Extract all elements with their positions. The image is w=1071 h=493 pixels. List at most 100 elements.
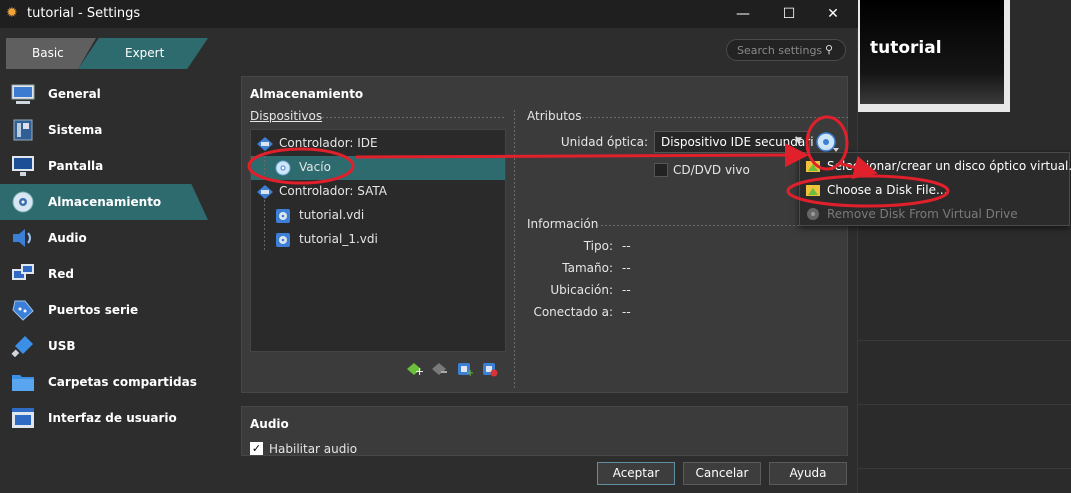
vm-preview-title: tutorial — [870, 38, 942, 58]
chevron-down-icon: ▼ — [795, 136, 802, 146]
title-bar: ✹ tutorial - Settings — ☐ ✕ — [0, 0, 858, 28]
optical-drive-label: Unidad óptica: — [560, 135, 648, 149]
svg-text:+: + — [466, 368, 473, 377]
remove-controller-icon[interactable] — [432, 361, 448, 377]
search-input[interactable] — [737, 43, 823, 57]
remove-disk-icon — [807, 208, 819, 220]
add-attachment-icon[interactable]: + — [457, 361, 473, 377]
optical-disk-select-icon — [806, 161, 820, 172]
virtualbox-gear-icon: ✹ — [6, 5, 18, 21]
tree-item-disk[interactable]: tutorial.vdi — [251, 204, 505, 228]
sidebar-item-usb[interactable]: USB — [0, 328, 208, 364]
sidebar-item-serial-ports[interactable]: Puertos serie — [0, 292, 208, 328]
enable-audio-label: Habilitar audio — [269, 442, 358, 456]
sidebar-item-label: Puertos serie — [48, 303, 139, 317]
info-location-key: Ubicación: — [550, 283, 613, 297]
close-button[interactable]: ✕ — [810, 2, 856, 26]
audio-icon — [13, 229, 31, 247]
sidebar-item-label: Almacenamiento — [48, 195, 162, 209]
divider — [858, 404, 1071, 405]
system-icon — [13, 119, 33, 141]
divider — [582, 117, 848, 118]
menu-item-select-create-optical-disk[interactable]: Seleccionar/crear un disco óptico virtua… — [800, 155, 1071, 177]
divider — [858, 468, 1071, 469]
live-cd-label: CD/DVD vivo — [673, 163, 750, 177]
remove-attachment-icon[interactable] — [482, 361, 498, 377]
tree-item-empty-optical[interactable]: Vacío — [251, 156, 505, 180]
sidebar-item-network[interactable]: Red — [0, 256, 208, 292]
menu-item-label: Choose a Disk File... — [827, 183, 948, 197]
tree-item-sata-controller[interactable]: Controlador: SATA — [251, 180, 505, 204]
tree-connector — [264, 152, 265, 178]
devices-label: Dispositivos — [250, 109, 323, 123]
sidebar-item-storage[interactable]: Almacenamiento — [0, 184, 208, 220]
sidebar-item-shared-folders[interactable]: Carpetas compartidas — [0, 364, 208, 400]
sidebar-item-audio[interactable]: Audio — [0, 220, 208, 256]
sidebar-item-label: Pantalla — [48, 159, 104, 173]
attributes-label: Atributos — [527, 109, 582, 123]
sidebar-item-label: Sistema — [48, 123, 103, 137]
svg-text:+: + — [415, 365, 423, 377]
mode-expert-tab[interactable]: Expert — [78, 38, 208, 69]
tree-item-label: tutorial_1.vdi — [299, 232, 378, 246]
serial-ports-icon — [12, 300, 34, 321]
optical-drive-value: Dispositivo IDE secundari — [661, 135, 814, 149]
enable-audio-checkbox[interactable]: ✓ — [250, 442, 263, 455]
optical-drive-select[interactable]: Dispositivo IDE secundari ▼ — [654, 131, 814, 153]
hard-disk-icon — [276, 209, 290, 223]
network-icon — [12, 264, 34, 280]
divider — [514, 110, 515, 390]
window-title: tutorial - Settings — [27, 6, 141, 21]
shared-folders-icon — [12, 375, 34, 391]
sidebar-item-label: Audio — [48, 231, 87, 245]
add-controller-icon[interactable]: + — [407, 361, 423, 377]
information-label: Información — [527, 217, 599, 231]
info-location-value: -- — [622, 283, 631, 297]
info-type-key: Tipo: — [583, 239, 613, 253]
audio-panel-title: Audio — [250, 417, 289, 431]
sidebar-item-system[interactable]: Sistema — [0, 112, 208, 148]
tree-item-label: tutorial.vdi — [299, 208, 365, 222]
info-type-value: -- — [622, 239, 631, 253]
storage-icon — [12, 191, 34, 213]
optical-disc-icon — [275, 160, 291, 176]
tree-connector — [264, 200, 265, 250]
tree-item-label: Vacío — [299, 160, 331, 174]
sidebar-item-label: Carpetas compartidas — [48, 375, 197, 389]
divider — [318, 117, 506, 118]
info-attached-key: Conectado a: — [533, 305, 613, 319]
display-icon — [12, 156, 34, 176]
sidebar-item-user-interface[interactable]: Interfaz de usuario — [0, 400, 208, 436]
sidebar-item-label: USB — [48, 339, 76, 353]
live-cd-checkbox[interactable] — [654, 163, 668, 177]
sata-controller-icon — [257, 185, 273, 199]
sidebar-item-general[interactable]: General — [0, 76, 208, 112]
optical-disk-popup-menu: Seleccionar/crear un disco óptico virtua… — [799, 152, 1071, 226]
tree-item-label: Controlador: SATA — [279, 184, 387, 198]
menu-item-label: Remove Disk From Virtual Drive — [827, 207, 1018, 221]
sidebar-item-display[interactable]: Pantalla — [0, 148, 208, 184]
minimize-button[interactable]: — — [720, 2, 766, 26]
choose-disk-file-icon — [806, 185, 820, 196]
ok-button[interactable]: Aceptar — [597, 462, 675, 485]
storage-panel-title: Almacenamiento — [250, 87, 364, 101]
cancel-button[interactable]: Cancelar — [683, 462, 761, 485]
info-size-key: Tamaño: — [562, 261, 613, 275]
sidebar-item-label: Red — [48, 267, 74, 281]
storage-device-tree[interactable]: Controlador: IDE Vacío Controlador: SATA… — [250, 129, 506, 352]
menu-item-label: Seleccionar/crear un disco óptico virtua… — [827, 159, 1071, 173]
info-size-value: -- — [622, 261, 631, 275]
menu-item-choose-disk-file[interactable]: Choose a Disk File... — [800, 179, 1069, 201]
search-box[interactable]: ⚲ — [726, 39, 846, 61]
search-icon[interactable]: ⚲ — [825, 43, 839, 57]
tree-item-label: Controlador: IDE — [279, 136, 378, 150]
sidebar-item-label: General — [48, 87, 101, 101]
tree-item-disk[interactable]: tutorial_1.vdi — [251, 228, 505, 252]
tree-item-ide-controller[interactable]: Controlador: IDE — [251, 132, 505, 156]
help-button[interactable]: Ayuda — [769, 462, 847, 485]
ide-controller-icon — [257, 137, 273, 151]
choose-disk-button[interactable] — [815, 130, 839, 154]
info-attached-value: -- — [622, 305, 631, 319]
maximize-button[interactable]: ☐ — [766, 2, 812, 26]
settings-window: ✹ tutorial - Settings — ☐ ✕ Basic Expert… — [0, 0, 858, 493]
